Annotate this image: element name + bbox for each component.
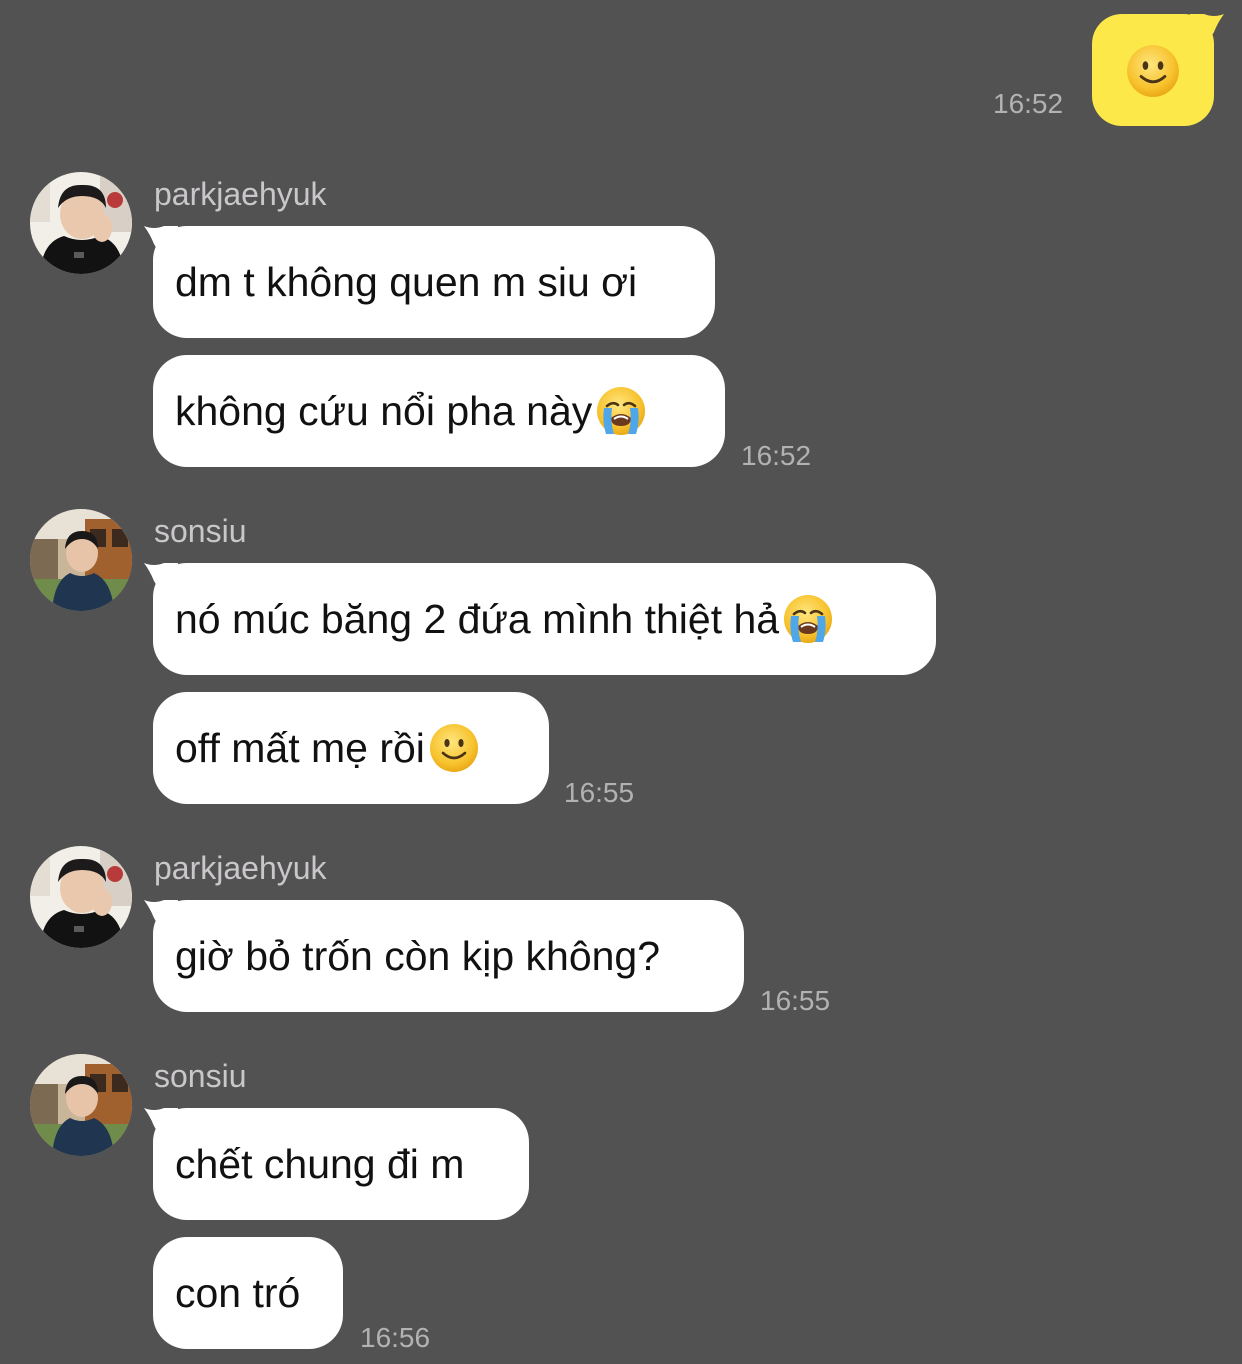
sent-bubble-tail (1190, 14, 1224, 48)
message-bubble[interactable]: con tró (153, 1237, 343, 1349)
slightly-smiling-face-icon (429, 723, 479, 773)
message-bubble[interactable]: không cứu nổi pha này (153, 355, 725, 467)
message-timestamp: 16:52 (741, 440, 812, 471)
message-bubble[interactable]: off mất mẹ rồi (153, 692, 549, 804)
message-text: off mất mẹ rồi (175, 724, 425, 771)
avatar-sonsiu[interactable] (30, 1054, 132, 1156)
message-text: nó múc băng 2 đứa mình thiệt hả (175, 595, 780, 642)
message-bubble[interactable]: chết chung đi m (153, 1108, 529, 1220)
message-timestamp: 16:55 (564, 777, 635, 808)
avatar-sonsiu[interactable] (30, 509, 132, 611)
sender-name: parkjaehyuk (154, 176, 327, 212)
sender-name: parkjaehyuk (154, 850, 327, 886)
message-text: con tró (175, 1269, 301, 1316)
slightly-smiling-face-icon (1126, 44, 1180, 98)
avatar-parkjaehyuk[interactable] (30, 172, 132, 274)
message-bubble[interactable]: nó múc băng 2 đứa mình thiệt hả (153, 563, 936, 675)
loudly-crying-face-icon (596, 386, 646, 436)
message-text: dm t không quen m siu ơi (175, 258, 638, 305)
avatar-parkjaehyuk[interactable] (30, 846, 132, 948)
message-timestamp: 16:52 (993, 88, 1064, 119)
message-bubble[interactable]: giờ bỏ trốn còn kịp không? (153, 900, 744, 1012)
message-text: chết chung đi m (175, 1140, 465, 1187)
message-text: giờ bỏ trốn còn kịp không? (175, 932, 661, 979)
message-text: không cứu nổi pha này (175, 387, 593, 434)
sender-name: sonsiu (154, 513, 247, 549)
sender-name: sonsiu (154, 1058, 247, 1094)
loudly-crying-face-icon (783, 594, 833, 644)
message-timestamp: 16:55 (760, 985, 831, 1016)
message-bubble[interactable]: dm t không quen m siu ơi (153, 226, 715, 338)
message-timestamp: 16:56 (360, 1322, 431, 1353)
